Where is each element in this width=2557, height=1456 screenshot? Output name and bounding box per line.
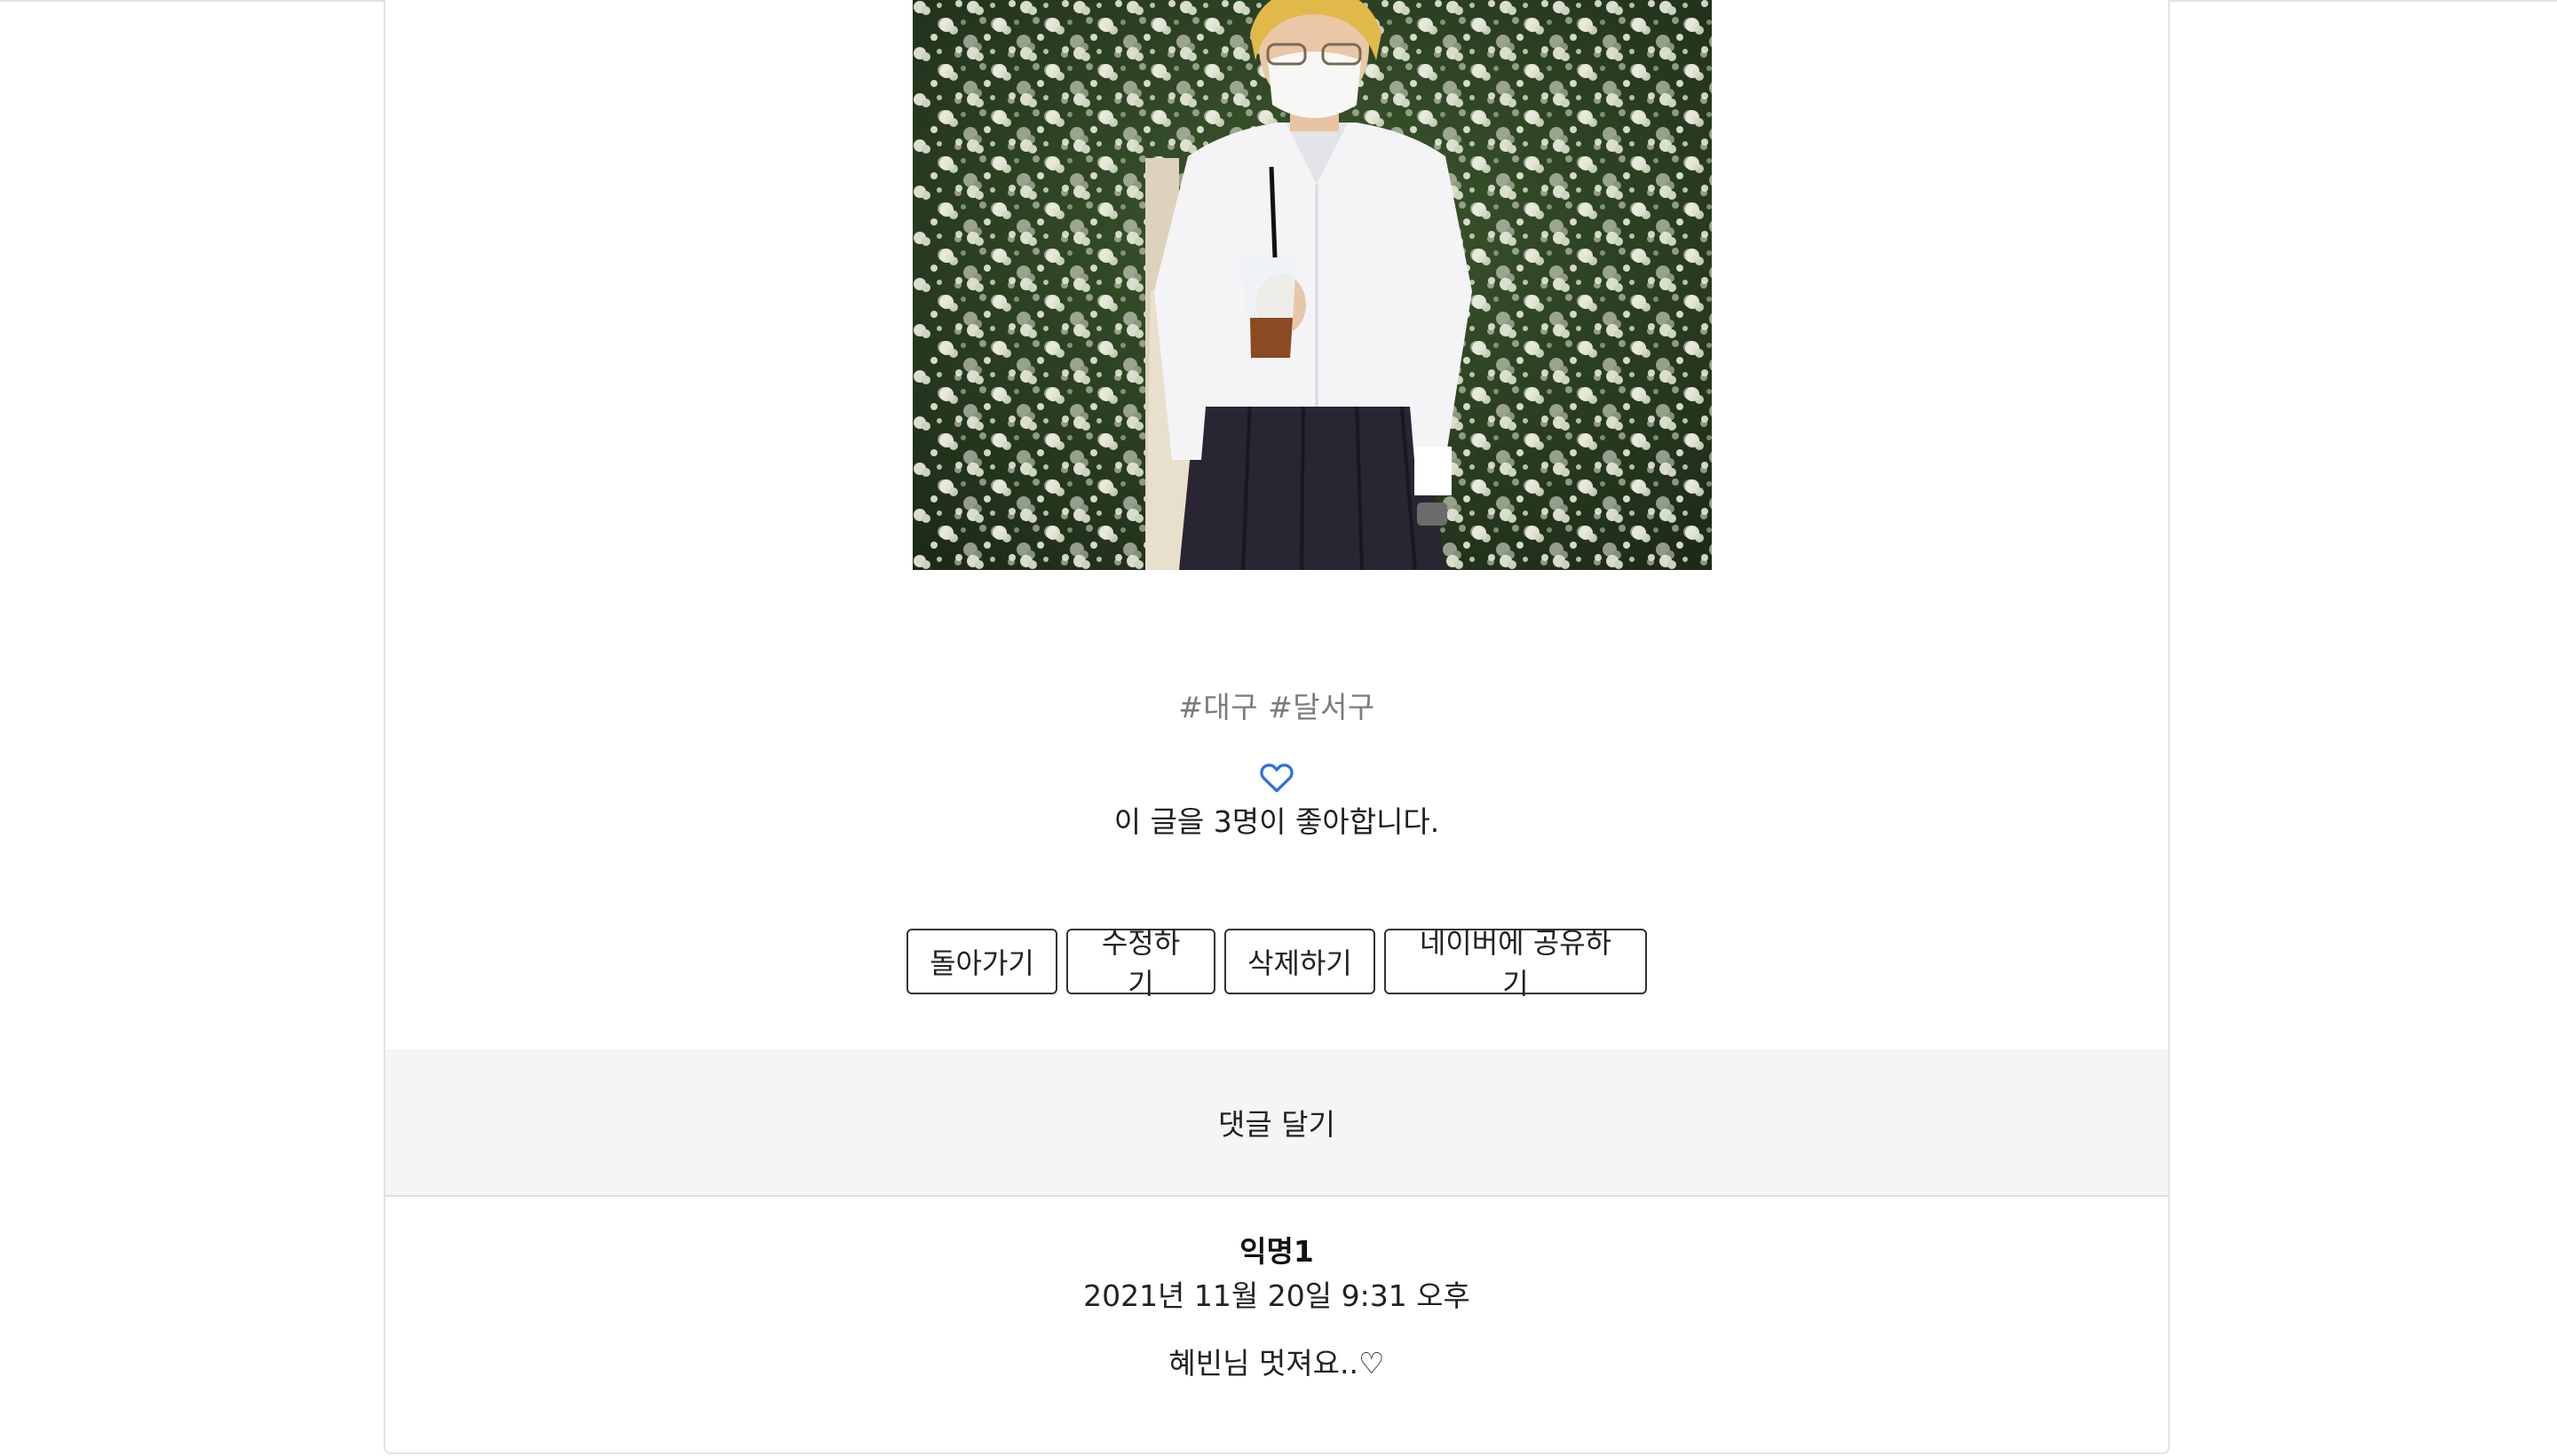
delete-button[interactable]: 삭제하기 bbox=[1224, 929, 1375, 994]
post-photo bbox=[913, 0, 1712, 570]
edit-button[interactable]: 수정하기 bbox=[1066, 926, 1215, 1001]
comment-author: 익명1 bbox=[1239, 1234, 1314, 1269]
post-actions: 돌아가기 수정하기 삭제하기 네이버에 공유하기 bbox=[385, 926, 2168, 1001]
comment-date: 2021년 11월 20일 9:31 오후 bbox=[1083, 1278, 1470, 1313]
likes-count-text: 이 글을 3명이 좋아합니다. bbox=[1113, 804, 1440, 839]
post-hashtags: #대구 #달서구 bbox=[1178, 690, 1375, 724]
back-button[interactable]: 돌아가기 bbox=[906, 929, 1057, 994]
comment-text: 혜빈님 멋져요..♡ bbox=[1168, 1346, 1385, 1381]
comment-item: 익명1 2021년 11월 20일 9:31 오후 혜빈님 멋져요..♡ bbox=[385, 1232, 2168, 1383]
write-comment-button[interactable]: 댓글 달기 bbox=[385, 1049, 2168, 1197]
share-naver-button[interactable]: 네이버에 공유하기 bbox=[1384, 926, 1647, 1001]
post-card: #대구 #달서구 이 글을 3명이 좋아합니다. 돌아가기 수정하기 삭제하기 … bbox=[384, 0, 2170, 1454]
page: #대구 #달서구 이 글을 3명이 좋아합니다. 돌아가기 수정하기 삭제하기 … bbox=[0, 0, 2557, 1456]
heart-outline-icon[interactable] bbox=[1259, 762, 1294, 794]
